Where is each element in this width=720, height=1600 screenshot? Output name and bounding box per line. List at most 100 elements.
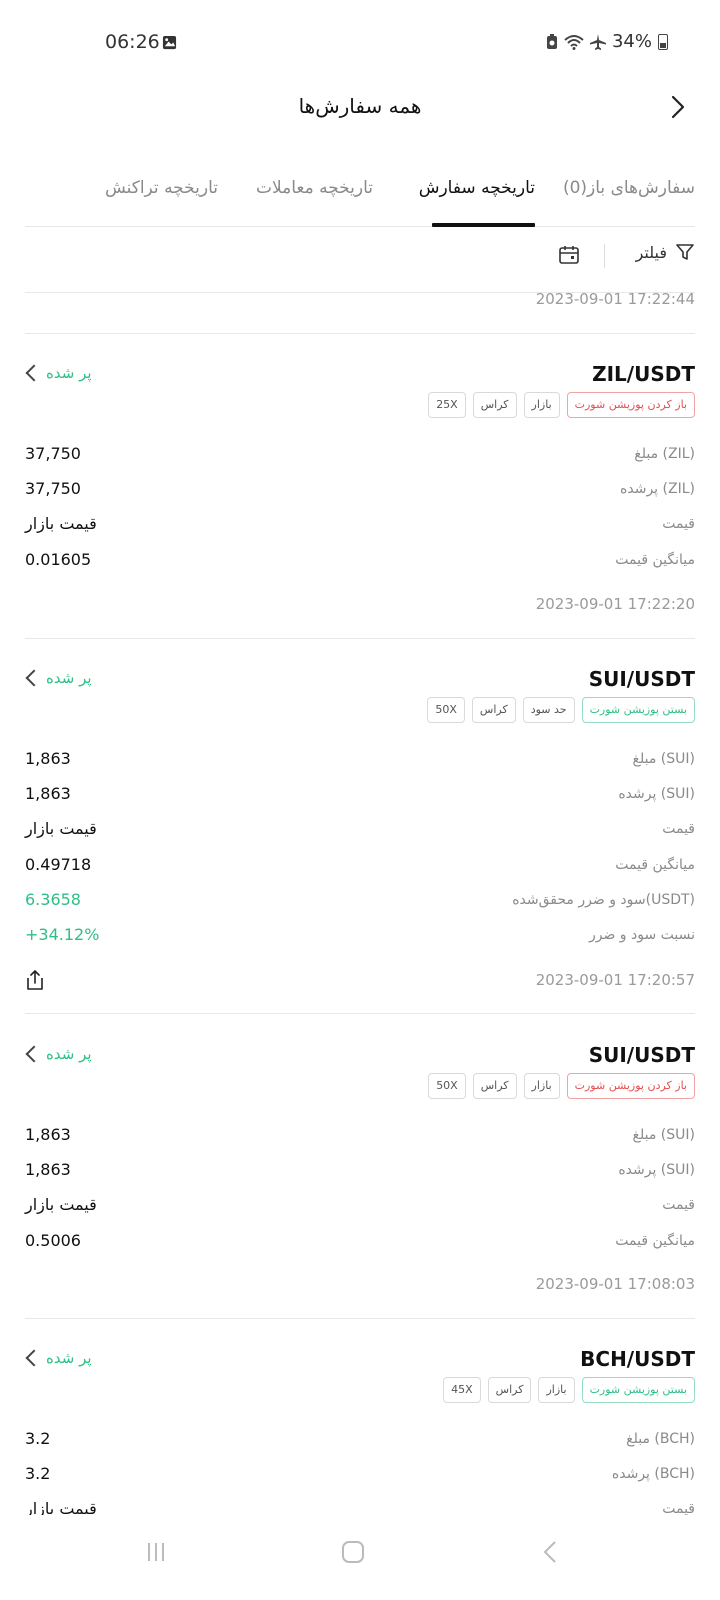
tab-order-history[interactable]: تاریخچه سفارش (419, 178, 535, 198)
toolbar-divider (604, 244, 605, 268)
row-label: پرشده (BCH) (611, 1466, 695, 1482)
row-value: 1,863 (25, 749, 71, 768)
tag-margin: کراس (472, 392, 517, 418)
order-row: پرشده (SUI) 1,863 (25, 1160, 695, 1184)
app-header: همه سفارش‌ها (0, 80, 720, 140)
row-label: قیمت (662, 821, 695, 837)
order-pair: BCH/USDT (580, 1347, 695, 1371)
battery-saver-icon (546, 33, 557, 49)
order-tags: باز کردن پوزیشن شورت بازار کراس 50X (428, 1073, 695, 1099)
filter-icon (676, 244, 694, 260)
row-value: 0.49718 (25, 855, 92, 874)
row-label: پرشده (SUI) (618, 786, 695, 802)
order-row: مبلغ (BCH) 3.2 (25, 1429, 695, 1453)
tag-leverage: 45X (443, 1377, 481, 1403)
filter-button[interactable]: فیلتر (636, 242, 695, 262)
tab-transaction-history[interactable]: تاریخچه تراکنش (105, 178, 218, 198)
order-tags: بستن پوزیشن شورت حد سود کراس 50X (427, 697, 695, 723)
status-right: 34% (546, 31, 668, 52)
order-timestamp: 2023-09-01 17:20:57 (535, 971, 695, 989)
chevron-left-icon (25, 364, 43, 382)
row-value: 37,750 (25, 444, 81, 463)
tag-type: بازار (538, 1377, 575, 1403)
airplane-mode-icon (589, 33, 606, 50)
order-timestamp: 2023-09-01 17:22:20 (535, 595, 695, 613)
row-label: مبلغ (SUI) (632, 751, 695, 767)
tab-trade-history[interactable]: تاریخچه معاملات (256, 178, 373, 198)
back-chevron-icon[interactable] (662, 92, 692, 122)
row-value: 1,863 (25, 1160, 71, 1179)
active-tab-indicator (432, 223, 535, 227)
order-row: پرشده (BCH) 3.2 (25, 1464, 695, 1488)
pnl-ratio-value: +34.12% (25, 925, 100, 944)
share-icon[interactable] (25, 969, 45, 991)
tag-leverage: 50X (428, 1073, 466, 1099)
tab-open-orders[interactable]: سفارش‌های باز(0) (563, 178, 695, 198)
row-label: میانگین قیمت (615, 1233, 695, 1249)
realized-pnl-value: 6.3658 (25, 890, 81, 909)
order-row: مبلغ (SUI) 1,863 (25, 1125, 695, 1149)
order-row: پرشده (ZIL) 37,750 (25, 479, 695, 503)
row-value: قیمت بازار (25, 1195, 97, 1214)
divider (25, 1318, 695, 1319)
system-nav-bar (0, 1515, 720, 1600)
row-label: پرشده (ZIL) (620, 481, 695, 497)
tag-type: بازار (523, 1073, 560, 1099)
row-value: 3.2 (25, 1464, 51, 1483)
tag-leverage: 25X (428, 392, 466, 418)
order-status-link[interactable]: پر شده (25, 1349, 92, 1367)
order-row: نسبت سود و ضرر +34.12% (25, 925, 695, 949)
row-value: 37,750 (25, 479, 81, 498)
wifi-icon (564, 34, 584, 50)
page-title: همه سفارش‌ها (298, 94, 422, 118)
divider (25, 638, 695, 639)
order-row: میانگین قیمت 0.5006 (25, 1231, 695, 1255)
order-row: میانگین قیمت 0.49718 (25, 855, 695, 879)
order-status-link[interactable]: پر شده (25, 1045, 92, 1063)
order-status-link[interactable]: پر شده (25, 364, 92, 382)
tag-type: بازار (523, 392, 560, 418)
tag-side: بستن پوزیشن شورت (581, 697, 695, 723)
row-label: قیمت (662, 1197, 695, 1213)
order-pair: ZIL/USDT (592, 362, 695, 386)
row-label: میانگین قیمت (615, 857, 695, 873)
toolbar: فیلتر (25, 236, 695, 276)
tag-margin: کراس (471, 697, 516, 723)
row-label: سود و ضرر محقق‌شده(USDT) (512, 892, 695, 908)
order-tabs: سفارش‌های باز(0) تاریخچه سفارش تاریخچه م… (25, 170, 695, 227)
row-label: نسبت سود و ضرر (588, 927, 695, 943)
row-value: قیمت بازار (25, 514, 97, 533)
order-status: پر شده (46, 669, 92, 687)
filter-label: فیلتر (635, 242, 667, 262)
gallery-notification-icon (162, 35, 177, 50)
row-label: پرشده (SUI) (618, 1162, 695, 1178)
battery-percent: 34% (611, 31, 652, 52)
divider (25, 333, 695, 334)
order-status-link[interactable]: پر شده (25, 669, 92, 687)
order-pair: SUI/USDT (588, 667, 695, 691)
tag-side: بستن پوزیشن شورت (581, 1377, 695, 1403)
tag-side: باز کردن پوزیشن شورت (566, 1073, 695, 1099)
row-value: قیمت بازار (25, 819, 97, 838)
order-row: سود و ضرر محقق‌شده(USDT) 6.3658 (25, 890, 695, 914)
row-value: 0.01605 (25, 550, 92, 569)
order-row: قیمت قیمت بازار (25, 819, 695, 843)
order-status: پر شده (46, 364, 92, 382)
tag-type: حد سود (522, 697, 575, 723)
status-bar: 06:26 34% (0, 0, 720, 88)
order-timestamp: 2023-09-01 17:22:44 (535, 290, 695, 308)
row-label: قیمت (662, 516, 695, 532)
chevron-left-icon (25, 669, 43, 687)
chevron-left-icon (25, 1349, 43, 1367)
row-value: 1,863 (25, 784, 71, 803)
order-tags: باز کردن پوزیشن شورت بازار کراس 25X (428, 392, 695, 418)
recent-apps-icon[interactable] (145, 1541, 167, 1563)
row-label: میانگین قیمت (615, 552, 695, 568)
home-icon[interactable] (341, 1540, 365, 1564)
row-value: 1,863 (25, 1125, 71, 1144)
order-timestamp: 2023-09-01 17:08:03 (535, 1275, 695, 1293)
status-time: 06:26 (105, 31, 160, 53)
nav-back-icon[interactable] (540, 1540, 560, 1564)
calendar-icon[interactable] (558, 244, 580, 266)
row-value: 3.2 (25, 1429, 51, 1448)
